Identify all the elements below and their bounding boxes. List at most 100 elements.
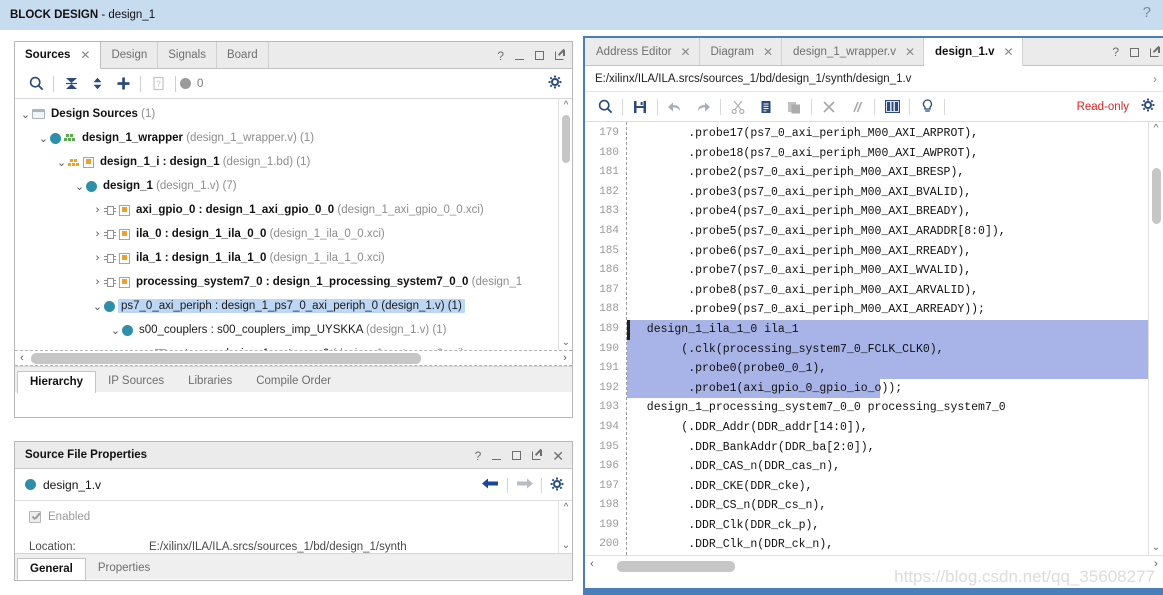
tree-row-s00-couplers[interactable]: ⌄ s00_couplers : s00_couplers_imp_UYSKKA… xyxy=(15,318,572,342)
tab-ip-sources[interactable]: IP Sources xyxy=(96,371,177,392)
sources-tree[interactable]: ⌄ Design Sources (1) ⌄ design_1_wrapper … xyxy=(15,99,572,350)
code-editor[interactable]: 179 180 181 182 183 184 185 186 187 188 … xyxy=(585,122,1163,555)
scroll-left-icon[interactable]: ‹ xyxy=(15,352,29,364)
chevron-down-icon[interactable]: ⌄ xyxy=(109,324,122,337)
tab-sources[interactable]: Sources ✕ xyxy=(15,42,102,69)
close-icon[interactable]: ✕ xyxy=(763,45,773,59)
tree-row-ila-0[interactable]: › ila_0 : design_1_ila_0_0 (design_1_ila… xyxy=(15,222,572,246)
tree-row-ps7-0-axi-periph[interactable]: ⌄ ps7_0_axi_periph : design_1_ps7_0_axi_… xyxy=(15,294,572,318)
properties-vertical-scrollbar[interactable]: ^ ⌄ xyxy=(558,501,572,553)
gear-icon[interactable] xyxy=(548,75,562,92)
maximize-icon[interactable] xyxy=(512,451,522,460)
comment-icon[interactable] xyxy=(843,95,871,119)
chevron-down-icon[interactable]: ⌄ xyxy=(19,108,32,121)
scroll-thumb[interactable] xyxy=(562,115,570,163)
tab-properties[interactable]: Properties xyxy=(85,558,163,579)
close-icon[interactable]: ✕ xyxy=(1003,45,1013,59)
float-icon[interactable] xyxy=(1150,46,1160,57)
code-text-area[interactable]: .probe17(ps7_0_axi_periph_M00_AXI_ARPROT… xyxy=(627,122,1163,555)
tree-row-design-1-wrapper[interactable]: ⌄ design_1_wrapper (design_1_wrapper.v) … xyxy=(15,126,572,150)
chevron-down-icon[interactable]: ⌄ xyxy=(55,156,68,169)
tree-row-ila-1[interactable]: › ila_1 : design_1_ila_1_0 (design_1_ila… xyxy=(15,246,572,270)
cut-icon[interactable] xyxy=(724,95,752,119)
scroll-down-icon[interactable]: ⌄ xyxy=(1149,541,1163,555)
close-icon[interactable]: ✕ xyxy=(905,45,915,59)
tree-row-design-1-i[interactable]: ⌄ design_1_i : design_1 (design_1.bd) (1… xyxy=(15,150,572,174)
tab-signals[interactable]: Signals xyxy=(158,42,217,68)
tab-libraries[interactable]: Libraries xyxy=(176,371,245,392)
scroll-thumb[interactable] xyxy=(1152,168,1161,224)
redo-icon[interactable] xyxy=(689,95,717,119)
scroll-right-icon[interactable]: › xyxy=(1149,558,1163,570)
close-icon[interactable]: ✕ xyxy=(552,449,564,463)
help-icon[interactable]: ? xyxy=(497,50,504,62)
maximize-icon[interactable] xyxy=(1130,47,1139,57)
delete-icon[interactable] xyxy=(815,95,843,119)
chevron-right-icon[interactable]: › xyxy=(91,228,104,240)
gear-icon[interactable] xyxy=(550,477,564,494)
chevron-right-icon[interactable]: › xyxy=(91,276,104,288)
tab-design-1-v[interactable]: design_1.v ✕ xyxy=(924,38,1023,66)
add-sources-icon[interactable] xyxy=(110,72,136,96)
undo-icon[interactable] xyxy=(661,95,689,119)
chevron-right-icon[interactable]: › xyxy=(1153,72,1157,86)
editor-horizontal-scrollbar[interactable]: ‹ › xyxy=(585,555,1163,572)
maximize-icon[interactable] xyxy=(535,51,544,60)
bulb-icon[interactable] xyxy=(913,95,941,119)
close-icon[interactable]: ✕ xyxy=(80,48,90,62)
chevron-down-icon[interactable]: ⌄ xyxy=(73,180,86,193)
scroll-down-icon[interactable]: ⌄ xyxy=(559,539,572,553)
minimize-icon[interactable] xyxy=(492,452,502,460)
minimize-icon[interactable] xyxy=(515,52,524,60)
scroll-up-icon[interactable]: ^ xyxy=(559,501,572,515)
paste-icon[interactable] xyxy=(780,95,808,119)
back-arrow-icon[interactable] xyxy=(482,477,499,493)
enabled-checkbox-row[interactable]: Enabled xyxy=(29,511,572,523)
chevron-down-icon[interactable]: ⌄ xyxy=(91,300,104,313)
tab-general[interactable]: General xyxy=(17,558,86,580)
scroll-track[interactable] xyxy=(599,558,1149,572)
report-icon[interactable]: ? xyxy=(145,72,171,96)
scroll-track[interactable] xyxy=(29,352,558,364)
forward-arrow-icon[interactable] xyxy=(516,477,533,493)
help-icon[interactable]: ? xyxy=(1112,45,1119,59)
scroll-thumb[interactable] xyxy=(617,561,735,572)
expand-all-icon[interactable] xyxy=(84,72,110,96)
search-icon[interactable] xyxy=(23,72,49,96)
tab-address-editor[interactable]: Address Editor ✕ xyxy=(585,38,700,65)
enabled-checkbox[interactable] xyxy=(29,511,41,523)
collapse-all-icon[interactable] xyxy=(58,72,84,96)
scroll-up-icon[interactable]: ^ xyxy=(559,99,572,113)
chevron-right-icon[interactable]: › xyxy=(91,204,104,216)
tree-horizontal-scrollbar[interactable]: ‹ › xyxy=(15,350,572,366)
tab-hierarchy[interactable]: Hierarchy xyxy=(17,371,97,393)
help-icon[interactable]: ? xyxy=(475,450,482,462)
search-icon[interactable] xyxy=(591,95,619,119)
scroll-down-icon[interactable]: ⌄ xyxy=(559,336,572,350)
tree-row-processing-system7-0[interactable]: › processing_system7_0 : design_1_proces… xyxy=(15,270,572,294)
scroll-up-icon[interactable]: ^ xyxy=(1149,122,1163,136)
columns-icon[interactable] xyxy=(878,95,906,119)
tab-design-1-wrapper-v[interactable]: design_1_wrapper.v ✕ xyxy=(782,38,925,65)
tab-compile-order[interactable]: Compile Order xyxy=(244,371,343,392)
help-icon[interactable]: ? xyxy=(1143,4,1151,21)
tree-row-auto-pc[interactable]: › auto_pc : design_1_auto_pc_0 (design_1… xyxy=(15,342,572,350)
chevron-right-icon[interactable]: › xyxy=(91,252,104,264)
scroll-right-icon[interactable]: › xyxy=(558,352,572,364)
tree-row-design-1[interactable]: ⌄ design_1 (design_1.v) (7) xyxy=(15,174,572,198)
chevron-down-icon[interactable]: ⌄ xyxy=(37,132,50,145)
float-icon[interactable] xyxy=(532,450,542,460)
tree-row-axi-gpio-0[interactable]: › axi_gpio_0 : design_1_axi_gpio_0_0 (de… xyxy=(15,198,572,222)
gear-icon[interactable] xyxy=(1141,98,1155,115)
tab-design[interactable]: Design xyxy=(101,42,159,68)
scroll-left-icon[interactable]: ‹ xyxy=(585,558,599,570)
tree-vertical-scrollbar[interactable]: ^ ⌄ xyxy=(558,99,572,350)
scroll-thumb[interactable] xyxy=(31,352,421,364)
tab-board[interactable]: Board xyxy=(216,42,269,68)
editor-vertical-scrollbar[interactable]: ^ ⌄ xyxy=(1148,122,1163,555)
close-icon[interactable]: ✕ xyxy=(680,45,690,59)
save-icon[interactable] xyxy=(626,95,654,119)
copy-icon[interactable] xyxy=(752,95,780,119)
float-icon[interactable] xyxy=(555,50,565,60)
tree-row-design-sources[interactable]: ⌄ Design Sources (1) xyxy=(15,102,572,126)
